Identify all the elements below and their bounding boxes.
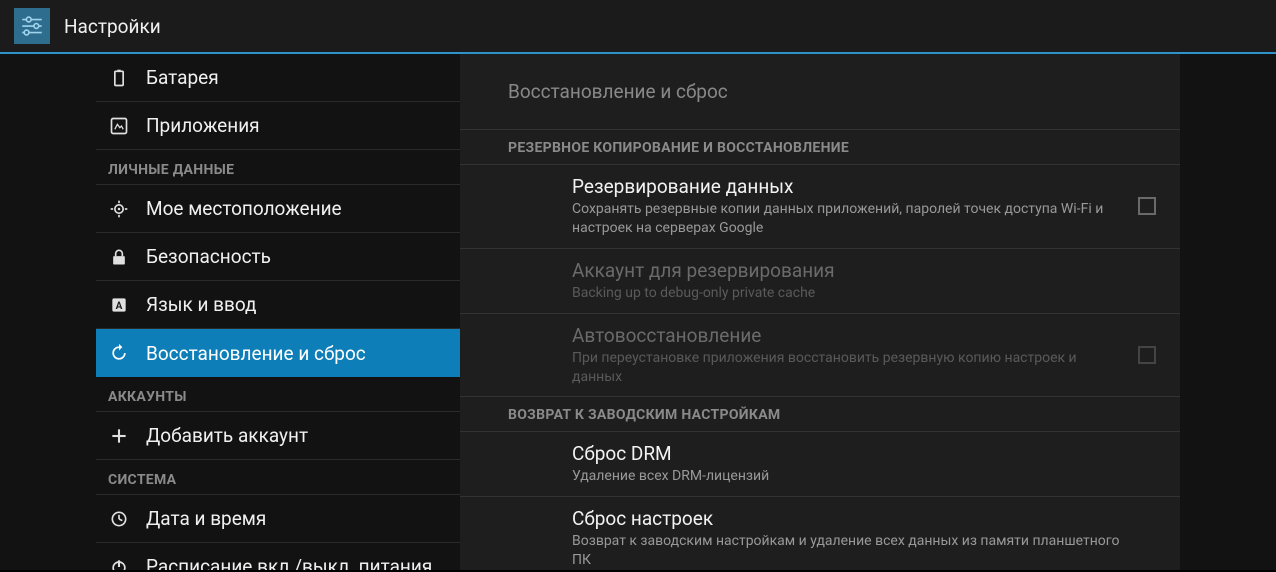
setting-text: Сброс DRM Удаление всех DRM-лицензий bbox=[572, 442, 1156, 486]
location-icon bbox=[108, 198, 130, 220]
setting-subtitle: При переустановке приложения восстановит… bbox=[572, 349, 1110, 387]
battery-icon bbox=[108, 67, 130, 89]
setting-subtitle: Удаление всех DRM-лицензий bbox=[572, 467, 1140, 486]
plus-icon bbox=[108, 425, 130, 447]
setting-row: Аккаунт для резервирования Backing up to … bbox=[460, 249, 1180, 314]
sidebar-item-label: Язык и ввод bbox=[146, 293, 257, 316]
clock-icon bbox=[108, 508, 130, 530]
sidebar-item-backup[interactable]: Восстановление и сброс bbox=[96, 329, 460, 377]
setting-subtitle: Возврат к заводским настройкам и удалени… bbox=[572, 532, 1140, 570]
sidebar-item-power[interactable]: Расписание вкл./выкл. питания bbox=[96, 543, 460, 570]
power-icon bbox=[108, 556, 130, 571]
checkbox bbox=[1138, 346, 1156, 364]
setting-row[interactable]: Резервирование данныхСохранять резервные… bbox=[460, 165, 1180, 249]
setting-text: АвтовосстановлениеПри переустановке прил… bbox=[572, 324, 1126, 387]
main: Батарея Приложения ЛИЧНЫЕ ДАННЫЕ Мое местоп… bbox=[0, 54, 1276, 570]
section-header: ВОЗВРАТ К ЗАВОДСКИМ НАСТРОЙКАМ bbox=[460, 397, 1180, 432]
sidebar: Батарея Приложения ЛИЧНЫЕ ДАННЫЕ Мое местоп… bbox=[0, 54, 460, 570]
sidebar-item-plus[interactable]: Добавить аккаунт bbox=[96, 412, 460, 460]
checkbox[interactable] bbox=[1138, 197, 1156, 215]
sidebar-item-label: Приложения bbox=[146, 114, 260, 137]
topbar: Настройки bbox=[0, 0, 1276, 54]
sidebar-item-battery[interactable]: Батарея bbox=[96, 54, 460, 102]
lock-icon bbox=[108, 246, 130, 268]
sidebar-item-label: Восстановление и сброс bbox=[146, 342, 366, 365]
setting-row: АвтовосстановлениеПри переустановке прил… bbox=[460, 314, 1180, 398]
page-title: Восстановление и сброс bbox=[460, 54, 1180, 130]
sidebar-header: ЛИЧНЫЕ ДАННЫЕ bbox=[96, 150, 460, 185]
sidebar-item-label: Добавить аккаунт bbox=[146, 424, 308, 447]
setting-title: Резервирование данных bbox=[572, 175, 1110, 198]
setting-text: Сброс настроекВозврат к заводским настро… bbox=[572, 507, 1156, 570]
sidebar-header: СИСТЕМА bbox=[96, 460, 460, 495]
setting-subtitle: Backing up to debug-only private cache bbox=[572, 284, 1140, 303]
sidebar-item-label: Батарея bbox=[146, 66, 219, 89]
setting-row[interactable]: Сброс настроекВозврат к заводским настро… bbox=[460, 497, 1180, 570]
sidebar-item-location[interactable]: Мое местоположение bbox=[96, 185, 460, 233]
apps-icon bbox=[108, 115, 130, 137]
sidebar-item-clock[interactable]: Дата и время bbox=[96, 495, 460, 543]
sidebar-header: АККАУНТЫ bbox=[96, 377, 460, 412]
setting-title: Сброс DRM bbox=[572, 442, 1140, 465]
section-header: РЕЗЕРВНОЕ КОПИРОВАНИЕ И ВОССТАНОВЛЕНИЕ bbox=[460, 130, 1180, 165]
sidebar-item-apps[interactable]: Приложения bbox=[96, 102, 460, 150]
setting-subtitle: Сохранять резервные копии данных приложе… bbox=[572, 200, 1110, 238]
setting-title: Аккаунт для резервирования bbox=[572, 259, 1140, 282]
sidebar-item-lock[interactable]: Безопасность bbox=[96, 233, 460, 281]
backup-icon bbox=[108, 342, 130, 364]
setting-text: Резервирование данныхСохранять резервные… bbox=[572, 175, 1126, 238]
language-icon: A bbox=[108, 294, 130, 316]
setting-row[interactable]: Сброс DRM Удаление всех DRM-лицензий bbox=[460, 432, 1180, 497]
sidebar-item-label: Безопасность bbox=[146, 245, 271, 268]
sidebar-item-label: Мое местоположение bbox=[146, 197, 342, 220]
setting-title: Сброс настроек bbox=[572, 507, 1140, 530]
setting-title: Автовосстановление bbox=[572, 324, 1110, 347]
sidebar-item-language[interactable]: A Язык и ввод bbox=[96, 281, 460, 329]
content-panel: Восстановление и сбросРЕЗЕРВНОЕ КОПИРОВА… bbox=[460, 54, 1180, 570]
setting-text: Аккаунт для резервирования Backing up to … bbox=[572, 259, 1156, 303]
topbar-title: Настройки bbox=[64, 15, 161, 38]
sidebar-item-label: Дата и время bbox=[146, 507, 266, 530]
svg-text:A: A bbox=[116, 301, 123, 312]
settings-icon bbox=[14, 8, 50, 44]
sidebar-item-label: Расписание вкл./выкл. питания bbox=[146, 555, 432, 570]
